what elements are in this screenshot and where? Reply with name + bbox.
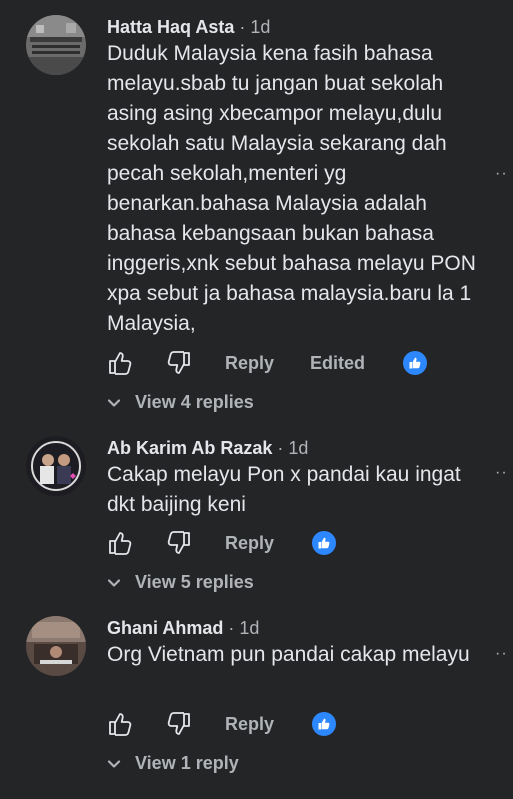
separator: · [277,438,284,458]
avatar[interactable] [26,436,86,496]
view-replies-label: View 4 replies [135,392,254,412]
avatar[interactable] [26,616,86,676]
dislike-icon[interactable] [166,530,192,556]
more-options-icon[interactable]: ·· [495,645,513,663]
chevron-down-icon [107,578,121,587]
author-name[interactable]: Hatta Haq Asta [107,17,234,37]
timestamp[interactable]: 1d [239,618,259,638]
edited-label: Edited [310,352,366,373]
like-icon[interactable] [107,711,133,737]
view-replies-label: View 1 reply [135,753,239,773]
timestamp[interactable]: 1d [250,17,270,37]
comment-text: Org Vietnam pun pandai cakap melayu [107,643,470,666]
view-replies-button[interactable]: View 4 replies [107,392,254,413]
reply-button[interactable]: Reply [225,353,274,374]
comment-item: Ghani Ahmad · 1d Org Vietnam pun pandai … [0,600,513,790]
comments-panel: Hatta Haq Asta · 1d Duduk Malaysia kena … [0,0,513,799]
like-icon[interactable] [107,350,133,376]
comment-actions: Reply [107,528,339,558]
chevron-down-icon [107,759,121,768]
more-options-icon[interactable]: ·· [495,165,513,183]
view-replies-label: View 5 replies [135,572,254,592]
comment-item: Hatta Haq Asta · 1d Duduk Malaysia kena … [0,0,513,420]
like-reaction-icon[interactable] [401,349,430,377]
reply-button[interactable]: Reply [225,714,274,735]
view-replies-button[interactable]: View 5 replies [107,572,254,593]
comment-text: Cakap melayu Pon x pandai kau ingat dkt … [107,463,461,516]
comment-text: Duduk Malaysia kena fasih bahasa melayu.… [107,42,476,335]
comment-header: Hatta Haq Asta · 1d [107,16,270,38]
like-reaction-icon[interactable] [310,710,339,738]
avatar[interactable] [26,15,86,75]
timestamp[interactable]: 1d [288,438,308,458]
dislike-icon[interactable] [166,350,192,376]
author-name[interactable]: Ghani Ahmad [107,618,223,638]
like-icon[interactable] [107,530,133,556]
author-name[interactable]: Ab Karim Ab Razak [107,438,272,458]
comment-item: Ab Karim Ab Razak · 1d Cakap melayu Pon … [0,420,513,600]
view-replies-button[interactable]: View 1 reply [107,753,239,774]
comment-header: Ab Karim Ab Razak · 1d [107,437,308,459]
chevron-down-icon [107,398,121,407]
more-options-icon[interactable]: ·· [495,464,513,482]
dislike-icon[interactable] [166,711,192,737]
comment-actions: Reply Edited [107,348,430,378]
like-reaction-icon[interactable] [310,529,339,557]
reply-button[interactable]: Reply [225,533,274,554]
comment-actions: Reply [107,709,339,739]
separator: · [239,17,246,37]
comment-header: Ghani Ahmad · 1d [107,617,259,639]
separator: · [228,618,235,638]
